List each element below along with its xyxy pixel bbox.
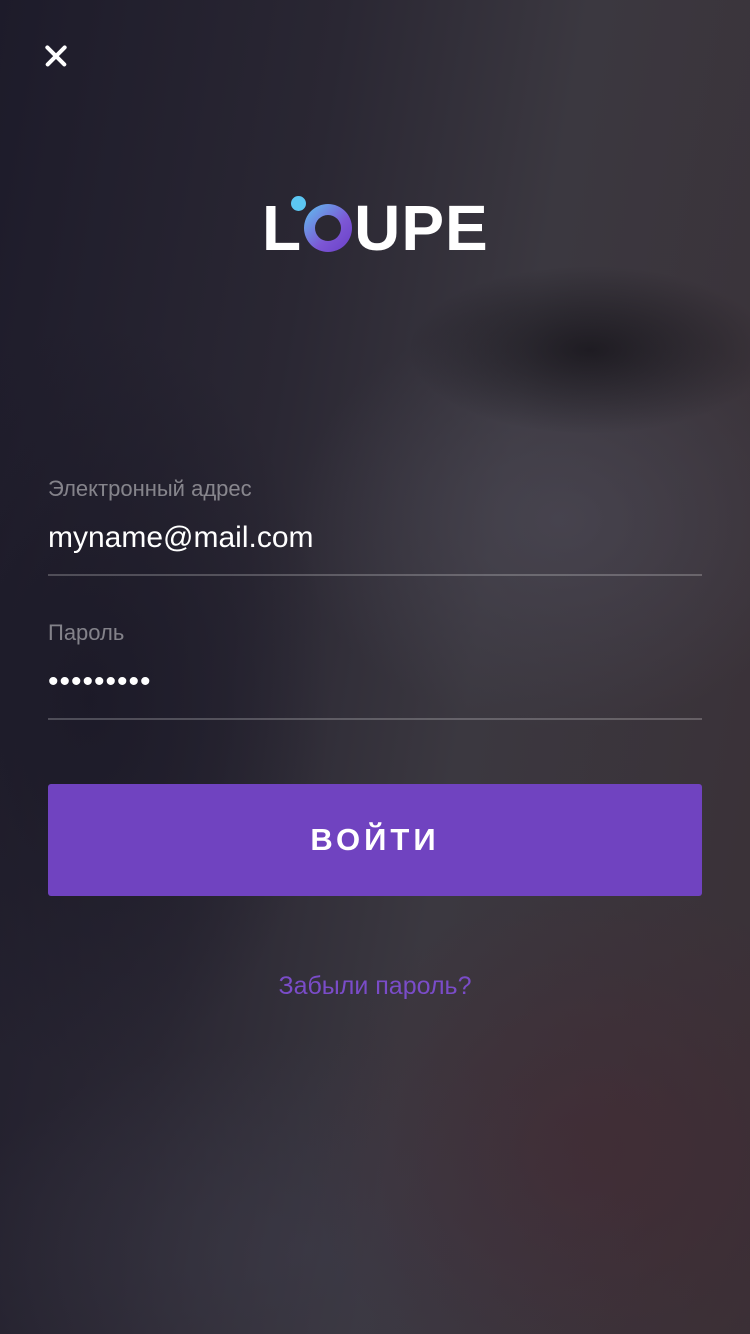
password-input[interactable]: •••••••••: [48, 662, 702, 702]
password-underline: [48, 718, 702, 720]
logo-dot-icon: [291, 196, 306, 211]
email-label: Электронный адрес: [48, 476, 252, 501]
logo-ring-icon: [304, 204, 352, 252]
email-field[interactable]: Электронный адрес myname@mail.com: [48, 474, 702, 576]
app-logo: L UPE: [262, 196, 494, 260]
email-input[interactable]: myname@mail.com: [48, 518, 702, 558]
logo-letters: UPE: [354, 192, 489, 264]
login-button[interactable]: ВОЙТИ: [48, 784, 702, 896]
password-field[interactable]: Пароль •••••••••: [48, 618, 702, 720]
forgot-password-link[interactable]: Забыли пароль?: [0, 966, 750, 1006]
email-underline: [48, 574, 702, 576]
password-label: Пароль: [48, 620, 125, 645]
close-icon[interactable]: [34, 34, 78, 78]
